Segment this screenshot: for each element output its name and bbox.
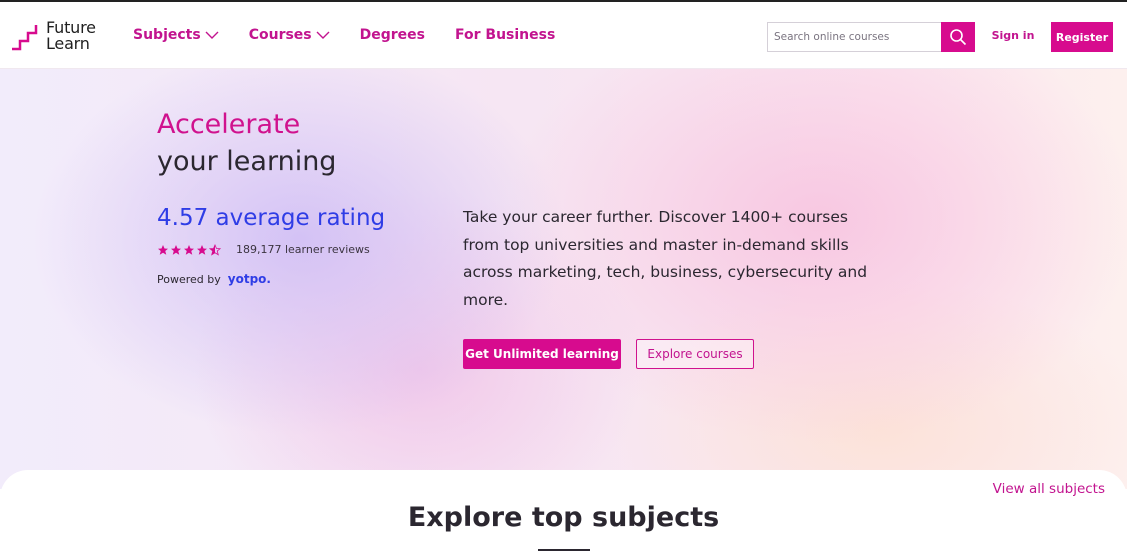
sign-in-link[interactable]: Sign in [990,29,1036,42]
hero-headline-accent: Accelerate [157,109,301,140]
rating-stars-row: 189,177 learner reviews [157,243,370,256]
explore-subjects-section: View all subjects Explore top subjects [0,470,1127,552]
title-underline [538,549,590,551]
logo-line-2: Learn [46,34,90,53]
nav-subjects[interactable]: Subjects [133,27,219,43]
page: Future Learn Subjects Courses Degrees Fo… [0,0,1127,552]
section-title: Explore top subjects [407,502,720,533]
hero-description: Take your career further. Discover 1400+… [463,208,868,309]
star-rating [157,243,222,256]
chevron-down-icon [205,31,219,39]
get-unlimited-button[interactable]: Get Unlimited learning [463,339,621,369]
star-full-icon [197,244,207,255]
review-count: 189,177 learner reviews [236,243,370,256]
search-input[interactable] [767,22,941,52]
main-nav: Subjects Courses Degrees For Business [133,27,585,43]
chevron-down-icon [316,31,330,39]
search-icon [950,29,967,46]
nav-courses[interactable]: Courses [249,27,330,43]
powered-by-label: Powered by [157,272,221,286]
nav-for-business[interactable]: For Business [455,27,555,43]
nav-courses-label: Courses [248,27,312,43]
logo-text: Future Learn [46,20,96,52]
nav-degrees-label: Degrees [359,27,426,43]
nav-subjects-label: Subjects [133,27,201,43]
average-rating: 4.57 average rating [157,205,386,231]
nav-for-business-label: For Business [455,27,556,43]
star-full-icon [171,244,181,255]
register-button[interactable]: Register [1051,22,1113,52]
view-all-subjects-link[interactable]: View all subjects [993,481,1105,497]
nav-degrees[interactable]: Degrees [360,27,425,43]
yotpo-logo[interactable]: yotpo. [228,272,271,286]
star-full-icon [158,244,168,255]
search-bar [767,22,975,52]
futurelearn-logo[interactable]: Future Learn [11,20,101,56]
site-header: Future Learn Subjects Courses Degrees Fo… [0,0,1127,69]
logo-steps-icon [12,25,38,51]
star-half-icon [209,243,221,256]
star-full-icon [184,244,194,255]
powered-by: Powered by yotpo. [157,272,271,286]
hero-headline: your learning [157,146,337,177]
search-button[interactable] [941,22,975,52]
explore-courses-button[interactable]: Explore courses [636,339,754,369]
